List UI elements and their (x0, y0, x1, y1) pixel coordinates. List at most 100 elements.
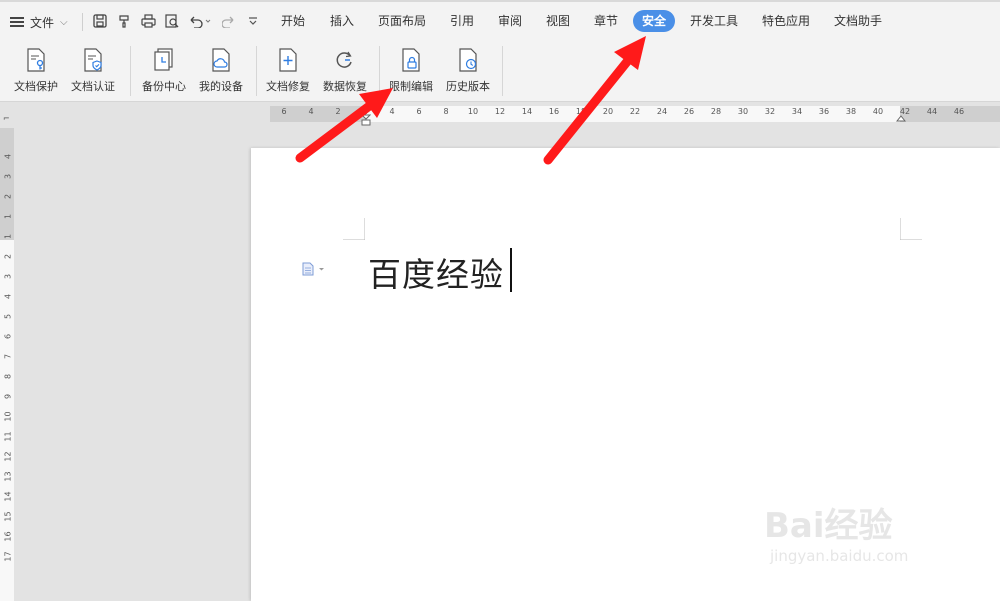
ruler-tick-label: 36 (818, 107, 830, 116)
separator (82, 13, 83, 31)
document-protect-button[interactable]: 文档保护 (8, 46, 64, 96)
history-versions-label: 历史版本 (446, 80, 490, 93)
document-lock-icon (402, 48, 420, 72)
ruler-tick-label: 10 (467, 107, 479, 116)
ruler-tick-label: 18 (575, 107, 587, 116)
ruler-tick-label: 14 (521, 107, 533, 116)
ruler-tick-label: 10 (3, 411, 13, 422)
ruler-tick-label: 5 (3, 313, 13, 320)
ruler-tick-label: 34 (791, 107, 803, 116)
ruler-tick-label: 6 (3, 333, 13, 340)
cloud-document-icon (212, 48, 230, 72)
tab-review[interactable]: 审阅 (492, 10, 528, 32)
tab-page-layout[interactable]: 页面布局 (372, 10, 432, 32)
ruler-tick-label: 22 (629, 107, 641, 116)
document-protect-label: 文档保护 (14, 80, 58, 93)
ruler-tick-label: 12 (494, 107, 506, 116)
ruler-tick-label: 2 (3, 253, 13, 260)
undo-icon[interactable] (187, 12, 213, 30)
ruler-tick-label: 6 (281, 107, 287, 116)
tab-document-assistant[interactable]: 文档助手 (828, 10, 888, 32)
security-ribbon: 文档保护 文档认证 备份中心 我的设备 文档修复 数据恢复 限制编辑 历史版本 (0, 40, 1000, 102)
ruler-tick-label: 1 (3, 233, 13, 240)
ruler-tick-label: 13 (3, 471, 13, 482)
document-clock-icon (459, 48, 477, 72)
tab-chapter[interactable]: 章节 (588, 10, 624, 32)
ruler-tick-label: 4 (389, 107, 395, 116)
ruler-tick-label: 2 (335, 107, 341, 116)
ribbon-separator (130, 46, 131, 96)
vertical-ruler[interactable]: 4 3 2 1 1 2 3 4 5 6 7 8 9 10 11 12 13 14 15 16 17 (0, 128, 14, 601)
ruler-tick-label: 16 (3, 531, 13, 542)
document-shield-icon (84, 48, 102, 72)
watermark-brand: Bai经验 (764, 506, 893, 546)
history-versions-button[interactable]: 历史版本 (440, 46, 496, 96)
document-repair-button[interactable]: 文档修复 (260, 46, 316, 96)
ruler-tick-label: 28 (710, 107, 722, 116)
margin-corner-mark (900, 218, 922, 240)
tab-security[interactable]: 安全 (633, 10, 676, 32)
ruler-tick-label: 4 (3, 293, 13, 300)
ruler-tick-label: 30 (737, 107, 749, 116)
ruler-tick-label: 46 (953, 107, 965, 116)
save-icon[interactable] (91, 12, 109, 30)
tab-special-apps[interactable]: 特色应用 (756, 10, 816, 32)
tab-references[interactable]: 引用 (444, 10, 480, 32)
print-icon[interactable] (139, 12, 157, 30)
margin-corner-mark (343, 218, 365, 240)
ruler-tick-label: 15 (3, 511, 13, 522)
menu-icon (10, 17, 24, 27)
ruler-tick-label: 11 (3, 431, 13, 442)
data-recovery-label: 数据恢复 (323, 80, 367, 93)
ruler-tick-label: 3 (3, 273, 13, 280)
document-certify-button[interactable]: 文档认证 (65, 46, 121, 96)
watermark: Bai经验 jingyan.baidu.com (764, 498, 964, 588)
format-painter-icon[interactable] (115, 12, 133, 30)
ruler-tick-label: 44 (926, 107, 938, 116)
indent-marker-icon[interactable] (361, 114, 371, 126)
right-indent-marker-icon[interactable] (896, 114, 906, 122)
ruler-tick-label: 20 (602, 107, 614, 116)
restrict-editing-label: 限制编辑 (389, 80, 433, 93)
my-devices-label: 我的设备 (199, 80, 243, 93)
ruler-tick-label: 9 (3, 393, 13, 400)
paragraph-handle-icon[interactable] (302, 262, 326, 276)
redo-icon[interactable] (220, 12, 238, 30)
tab-stop-selector-icon[interactable]: ⌐ (3, 114, 10, 123)
tab-insert[interactable]: 插入 (324, 10, 360, 32)
watermark-url: jingyan.baidu.com (770, 547, 909, 565)
tab-view[interactable]: 视图 (540, 10, 576, 32)
ruler-tick-label: 38 (845, 107, 857, 116)
chevron-down-icon: ⌵ (60, 16, 68, 28)
ruler-tick-label: 7 (3, 353, 13, 360)
document-body-text[interactable]: 百度经验 (368, 248, 504, 296)
backup-center-button[interactable]: 备份中心 (136, 46, 192, 96)
document-plus-icon (279, 48, 297, 72)
print-preview-icon[interactable] (163, 12, 181, 30)
tab-developer-tools[interactable]: 开发工具 (684, 10, 744, 32)
top-margin-shade (0, 128, 14, 240)
ruler-tick-label: 1 (3, 213, 13, 220)
ruler-tick-label: 2 (3, 193, 13, 200)
ruler-tick-label: 8 (443, 107, 449, 116)
ruler-tick-label: 12 (3, 451, 13, 462)
ruler-tick-label: 17 (3, 551, 13, 562)
restrict-editing-button[interactable]: 限制编辑 (383, 46, 439, 96)
ribbon-separator (379, 46, 380, 96)
backup-center-label: 备份中心 (142, 80, 186, 93)
document-repair-label: 文档修复 (266, 80, 310, 93)
horizontal-ruler[interactable]: ⌐ 6 4 2 2 4 6 8 10 12 14 16 18 20 22 24 26 28 30 32 34 36 38 4… (0, 102, 1000, 126)
file-menu-button[interactable]: 文件 ⌵ (10, 11, 68, 33)
right-margin-shade (900, 106, 1000, 122)
ruler-tick-label: 4 (3, 153, 13, 160)
ruler-tick-label: 24 (656, 107, 668, 116)
ruler-tick-label: 8 (3, 373, 13, 380)
ruler-tick-label: 3 (3, 173, 13, 180)
ruler-tick-label: 14 (3, 491, 13, 502)
tab-home[interactable]: 开始 (275, 10, 311, 32)
data-recovery-button[interactable]: 数据恢复 (317, 46, 373, 96)
customize-toolbar-icon[interactable] (244, 12, 262, 30)
my-devices-button[interactable]: 我的设备 (193, 46, 249, 96)
ribbon-separator (502, 46, 503, 96)
text-cursor (510, 248, 512, 292)
